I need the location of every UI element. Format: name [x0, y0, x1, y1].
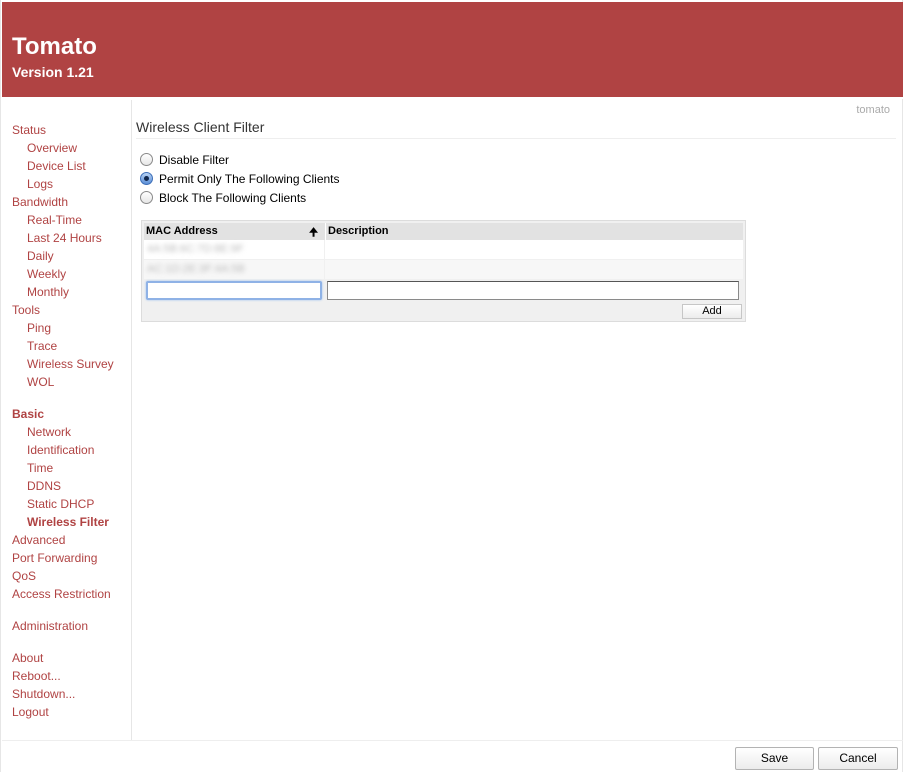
- cancel-button[interactable]: Cancel: [818, 747, 898, 770]
- nav-advanced[interactable]: Advanced: [12, 531, 114, 549]
- new-entry-row: [144, 279, 743, 303]
- column-separator: [324, 240, 325, 259]
- page-title: Wireless Client Filter: [136, 119, 265, 135]
- app-version: Version 1.21: [12, 64, 94, 80]
- option-label: Permit Only The Following Clients: [159, 171, 340, 186]
- sidebar: Status Overview Device List Logs Bandwid…: [2, 100, 132, 740]
- nav-weekly[interactable]: Weekly: [12, 265, 114, 283]
- radio-disable-filter[interactable]: [140, 153, 153, 166]
- title-divider: [136, 138, 896, 139]
- column-separator: [324, 260, 325, 279]
- nav-basic[interactable]: Basic: [12, 405, 114, 423]
- grid-header: MAC Address 🠉 Description: [144, 223, 743, 240]
- nav-wol[interactable]: WOL: [12, 373, 114, 391]
- nav-access-restriction[interactable]: Access Restriction: [12, 585, 114, 603]
- app-title: Tomato: [12, 33, 97, 60]
- nav-static-dhcp[interactable]: Static DHCP: [12, 495, 114, 513]
- table-row[interactable]: AC:1D:2E:3F:4A:5B: [144, 260, 743, 279]
- nav-trace[interactable]: Trace: [12, 337, 114, 355]
- nav-reboot[interactable]: Reboot...: [12, 667, 114, 685]
- nav-bandwidth[interactable]: Bandwidth: [12, 193, 114, 211]
- description-input[interactable]: [327, 281, 739, 300]
- add-button[interactable]: Add: [682, 304, 742, 319]
- nav-monthly[interactable]: Monthly: [12, 283, 114, 301]
- nav-logs[interactable]: Logs: [12, 175, 114, 193]
- nav-time[interactable]: Time: [12, 459, 114, 477]
- column-header-description[interactable]: Description: [325, 223, 389, 240]
- page-frame: Tomato Version 1.21 tomato Status Overvi…: [0, 0, 903, 772]
- nav-ddns[interactable]: DDNS: [12, 477, 114, 495]
- option-disable-filter[interactable]: Disable Filter: [140, 150, 340, 169]
- nav-menu: Status Overview Device List Logs Bandwid…: [12, 121, 114, 721]
- mac-filter-grid: MAC Address 🠉 Description 4A:5B:6C:7D:8E…: [141, 220, 746, 322]
- option-permit-only[interactable]: Permit Only The Following Clients: [140, 169, 340, 188]
- nav-wireless-survey[interactable]: Wireless Survey: [12, 355, 114, 373]
- radio-permit-only[interactable]: [140, 172, 153, 185]
- nav-status[interactable]: Status: [12, 121, 114, 139]
- save-button[interactable]: Save: [735, 747, 814, 770]
- nav-shutdown[interactable]: Shutdown...: [12, 685, 114, 703]
- nav-wireless-filter[interactable]: Wireless Filter: [12, 513, 114, 531]
- nav-port-forwarding[interactable]: Port Forwarding: [12, 549, 114, 567]
- nav-real-time[interactable]: Real-Time: [12, 211, 114, 229]
- filter-mode-options: Disable Filter Permit Only The Following…: [140, 150, 340, 207]
- nav-logout[interactable]: Logout: [12, 703, 114, 721]
- option-label: Disable Filter: [159, 152, 230, 167]
- table-row[interactable]: 4A:5B:6C:7D:8E:9F: [144, 240, 743, 259]
- option-label: Block The Following Clients: [159, 190, 307, 205]
- host-name: tomato: [856, 104, 890, 116]
- nav-about[interactable]: About: [12, 649, 114, 667]
- mac-cell: 4A:5B:6C:7D:8E:9F: [147, 243, 244, 255]
- mac-cell: AC:1D:2E:3F:4A:5B: [147, 263, 245, 275]
- header: Tomato Version 1.21: [2, 2, 903, 99]
- nav-administration[interactable]: Administration: [12, 617, 114, 635]
- nav-overview[interactable]: Overview: [12, 139, 114, 157]
- nav-network[interactable]: Network: [12, 423, 114, 441]
- nav-identification[interactable]: Identification: [12, 441, 114, 459]
- footer-divider: [2, 740, 903, 741]
- nav-last-24-hours[interactable]: Last 24 Hours: [12, 229, 114, 247]
- nav-device-list[interactable]: Device List: [12, 157, 114, 175]
- column-header-mac[interactable]: MAC Address: [146, 225, 218, 237]
- nav-qos[interactable]: QoS: [12, 567, 114, 585]
- nav-daily[interactable]: Daily: [12, 247, 114, 265]
- nav-tools[interactable]: Tools: [12, 301, 114, 319]
- radio-block-clients[interactable]: [140, 191, 153, 204]
- mac-address-input[interactable]: [146, 281, 322, 300]
- option-block-clients[interactable]: Block The Following Clients: [140, 188, 340, 207]
- nav-ping[interactable]: Ping: [12, 319, 114, 337]
